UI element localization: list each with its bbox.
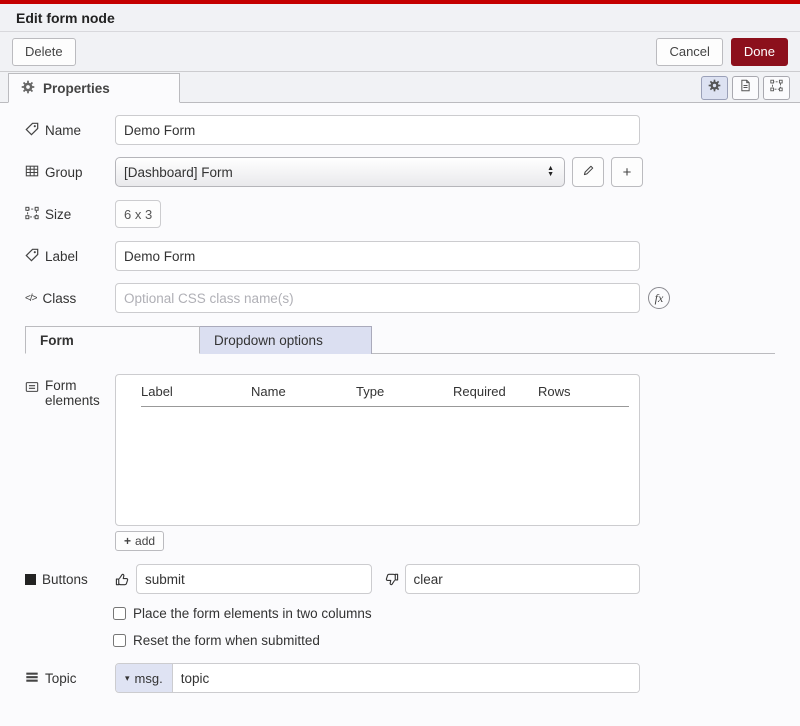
label-label: Label — [25, 248, 115, 265]
column-name: Name — [251, 384, 356, 399]
name-input[interactable] — [115, 115, 640, 145]
code-icon: </> — [25, 293, 36, 304]
size-button[interactable]: 6 x 3 — [115, 200, 161, 228]
form-elements-list: Label Name Type Required Rows — [115, 374, 640, 526]
buttons-controls — [115, 564, 640, 594]
object-group-icon — [770, 79, 783, 97]
reset-form-checkbox-row: Reset the form when submitted — [113, 633, 784, 648]
tasks-icon — [25, 670, 39, 687]
gear-icon — [21, 80, 35, 97]
label-input[interactable] — [115, 241, 640, 271]
topic-type-label: msg. — [135, 671, 163, 686]
form-elements-row: Form elements Label Name Type Required R… — [25, 374, 784, 551]
column-required: Required — [453, 384, 538, 399]
class-row: </> Class fx — [25, 283, 784, 313]
fx-icon: fx — [655, 291, 664, 306]
reset-form-checkbox-label: Reset the form when submitted — [133, 633, 320, 648]
topic-input[interactable] — [173, 664, 639, 692]
add-element-button[interactable]: + add — [115, 531, 164, 551]
object-group-icon — [25, 206, 39, 223]
tab-properties-label: Properties — [43, 81, 110, 96]
plus-icon: + — [623, 164, 632, 181]
gear-icon — [708, 79, 721, 97]
plus-icon: + — [124, 534, 131, 548]
dialog-title: Edit form node — [16, 10, 115, 26]
column-type: Type — [356, 384, 453, 399]
form-section-tabs: Form Dropdown options — [25, 325, 775, 354]
tab-properties[interactable]: Properties — [8, 73, 180, 103]
group-row: Group [Dashboard] Form ▲▼ + — [25, 157, 784, 187]
two-columns-checkbox-row: Place the form elements in two columns — [113, 606, 784, 621]
square-icon — [25, 574, 36, 585]
tab-dropdown-options[interactable]: Dropdown options — [200, 326, 372, 354]
name-row: Name — [25, 115, 784, 145]
buttons-label: Buttons — [25, 572, 115, 587]
editor-tabbar: Properties — [0, 72, 800, 103]
dialog-header: Edit form node — [0, 4, 800, 32]
class-label: </> Class — [25, 291, 115, 306]
thumbs-up-icon — [115, 572, 130, 587]
caret-down-icon: ▾ — [125, 673, 130, 684]
thumbs-down-icon — [384, 572, 399, 587]
tag-icon — [25, 122, 39, 139]
tab-form[interactable]: Form — [25, 326, 200, 354]
editor-tab-icon-group — [701, 76, 790, 100]
select-stepper-icon: ▲▼ — [547, 166, 554, 178]
list-alt-icon — [25, 380, 39, 397]
pencil-icon — [582, 164, 595, 181]
reset-form-checkbox[interactable] — [113, 634, 126, 647]
delete-button[interactable]: Delete — [12, 38, 76, 66]
column-label: Label — [141, 384, 251, 399]
appearance-tab-button[interactable] — [763, 76, 790, 100]
tag-icon — [25, 248, 39, 265]
fx-expression-button[interactable]: fx — [648, 287, 670, 309]
table-icon — [25, 164, 39, 181]
two-columns-checkbox-label: Place the form elements in two columns — [133, 606, 372, 621]
size-row: Size 6 x 3 — [25, 199, 784, 229]
group-label: Group — [25, 164, 115, 181]
label-row: Label — [25, 241, 784, 271]
properties-panel: Name Group [Dashboard] Form ▲▼ — [0, 103, 800, 726]
add-group-button[interactable]: + — [611, 157, 643, 187]
column-rows: Rows — [538, 384, 629, 399]
done-button[interactable]: Done — [731, 38, 788, 66]
class-input[interactable] — [115, 283, 640, 313]
topic-label: Topic — [25, 670, 115, 687]
topic-type-select[interactable]: ▾ msg. — [116, 664, 173, 692]
name-label: Name — [25, 122, 115, 139]
size-label: Size — [25, 206, 115, 223]
clear-button-input[interactable] — [405, 564, 641, 594]
dialog-toolbar: Delete Cancel Done — [0, 32, 800, 72]
group-select[interactable]: [Dashboard] Form ▲▼ — [115, 157, 565, 187]
edit-group-button[interactable] — [572, 157, 604, 187]
cancel-button[interactable]: Cancel — [656, 38, 722, 66]
topic-typed-input: ▾ msg. — [115, 663, 640, 693]
topic-row: Topic ▾ msg. — [25, 663, 784, 693]
description-tab-button[interactable] — [732, 76, 759, 100]
properties-tab-button[interactable] — [701, 76, 728, 100]
document-icon — [739, 79, 752, 97]
form-elements-label: Form elements — [25, 378, 115, 408]
buttons-row: Buttons — [25, 564, 784, 594]
submit-button-input[interactable] — [136, 564, 372, 594]
group-selected-value: [Dashboard] Form — [124, 165, 547, 180]
two-columns-checkbox[interactable] — [113, 607, 126, 620]
form-elements-header: Label Name Type Required Rows — [141, 384, 629, 407]
